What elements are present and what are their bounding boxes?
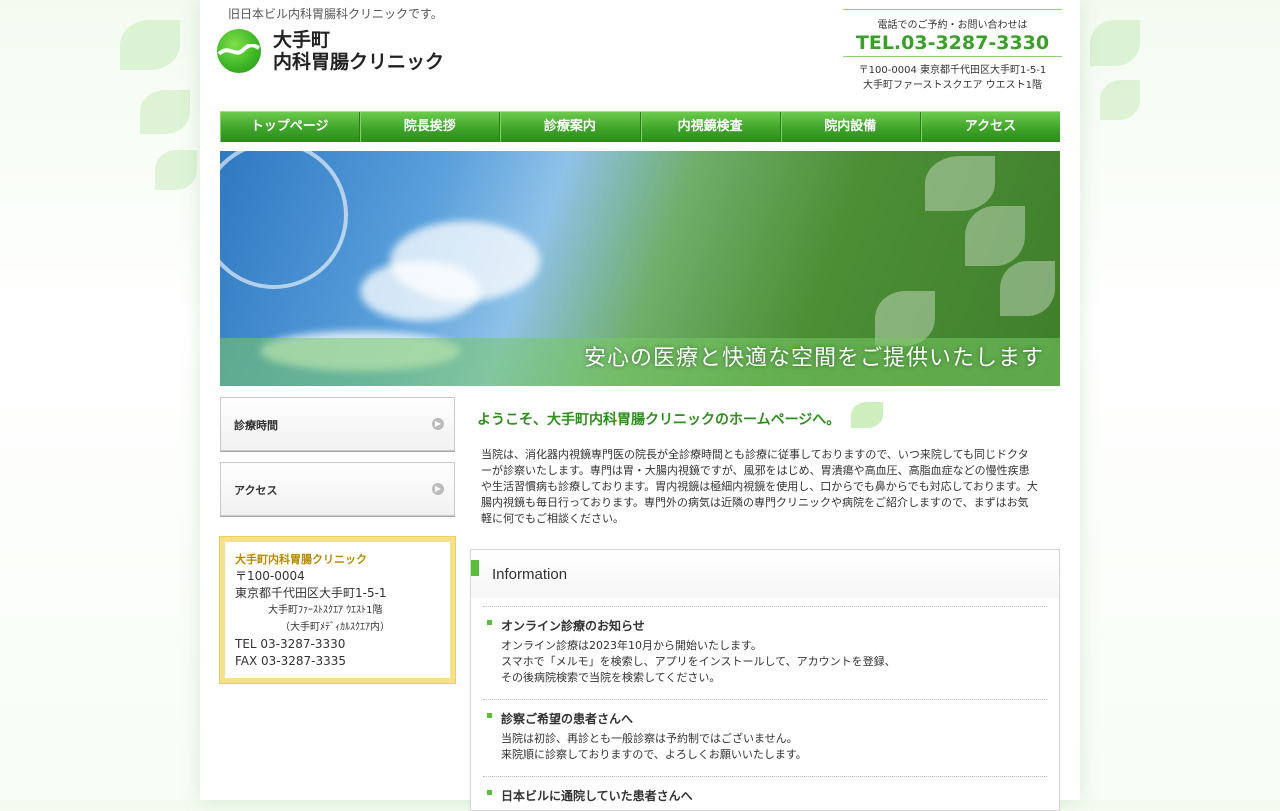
phone-number[interactable]: TEL.03-3287-3330 [843,32,1062,54]
contact-block: 電話でのご予約・お問い合わせは TEL.03-3287-3330 〒100-00… [843,9,1062,93]
news-title: オンライン診療のお知らせ [501,619,645,633]
news-line: スマホで「メルモ」を検索し、アプリをインストールして、アカウントを登録、 [501,655,896,668]
news-line: 当院は初診、再診とも一般診察は予約制ではございません。 [501,732,798,745]
news-line: オンライン診療は2023年10月から開始いたします。 [501,639,762,652]
divider [843,56,1062,57]
arrow-right-icon: ▶ [432,418,444,430]
nav-item-facilities[interactable]: 院内設備 [780,112,921,142]
sidebar-button-label: アクセス [234,484,278,497]
nav-item-guide[interactable]: 診療案内 [500,112,641,142]
information-panel: Information オンライン診療のお知らせ オンライン診療は2023年10… [470,549,1060,811]
clinic-tel: TEL 03-3287-3330 [235,637,346,651]
address-line-1: 〒100-0004 東京都千代田区大手町1-5-1 [858,65,1047,76]
background-leaf [120,20,180,70]
address: 〒100-0004 東京都千代田区大手町1-5-1 大手町ファーストスクエア ウ… [843,63,1062,93]
news-item: オンライン診療のお知らせ オンライン診療は2023年10月から開始いたします。 … [483,606,1047,686]
bullet-icon [487,790,492,795]
hero-banner: 安心の医療と快適な空間をご提供いたします [220,151,1060,386]
news-title: 日本ビルに通院していた患者さんへ [501,789,693,803]
intro-text: 当院は、消化器内視鏡専門医の院長が全診療時間とも診療に従事しておりますので、いつ… [481,447,1051,527]
logo-wave-icon [217,44,260,56]
hero-caption: 安心の医療と快適な空間をご提供いたします [583,346,1044,371]
information-title: Information [492,566,568,583]
nav-item-greeting[interactable]: 院長挨拶 [360,112,501,142]
clinic-note: （大手町ﾒﾃﾞｨｶﾙｽｸｴｱ内） [280,622,390,633]
news-title: 診察ご希望の患者さんへ [501,712,634,726]
news-line: その後病院検索で当院を検索してください。 [501,671,721,684]
intro-line: 軽に何でもご相談ください。 [481,512,624,525]
nav-item-access[interactable]: アクセス [920,112,1061,142]
sidebar-button-label: 診療時間 [234,419,278,432]
background-leaf [1100,80,1140,120]
contact-label: 電話でのご予約・お問い合わせは [877,20,1028,31]
clinic-address: 東京都千代田区大手町1-5-1 [235,586,387,600]
bullet-icon [487,620,492,625]
section-marker [471,560,479,576]
page-container: 旧日本ビル内科胃腸科クリニックです。 大手町 内科胃腸クリニック 電話でのご予約… [200,0,1080,811]
intro-line: 腸内視鏡も毎日行っております。専門外の病気は近隣の専門クリニックや病院をご紹介し… [481,496,1029,509]
cloud-image [360,261,480,321]
clinic-building: 大手町ﾌｧｰｽﾄｽｸｴｱ ｳｴｽﾄ1階 [268,605,383,616]
divider [843,9,1062,10]
background-leaf [140,90,190,134]
clinic-name: 大手町内科胃腸クリニック [235,553,367,566]
welcome-heading: ようこそ、大手町内科胃腸クリニックのホームページへ。 [477,412,841,428]
sidebar-button-hours[interactable]: 診療時間 ▶ [220,397,455,451]
logo-text: 大手町 内科胃腸クリニック [273,29,444,73]
intro-line: や生活習慣病も診療しております。胃内視鏡は極細内視鏡を使用し、口からでも鼻からで… [481,480,1038,493]
logo-line-1: 大手町 [273,29,331,51]
intro-line: 当院は、消化器内視鏡専門医の院長が全診療時間とも診療に従事しておりますので、いつ… [481,448,1029,461]
decorative-leaf [1000,261,1055,316]
clinic-fax: FAX 03-3287-3335 [235,654,347,668]
background-leaf [155,150,197,190]
clinic-info-box: 大手町内科胃腸クリニック 〒100-0004 東京都千代田区大手町1-5-1 大… [219,536,456,684]
site-tagline: 旧日本ビル内科胃腸科クリニックです。 [228,7,443,21]
intro-line: ーが診察いたします。専門は胃・大腸内視鏡ですが、風邪をはじめ、胃潰瘍や高血圧、高… [481,464,1030,477]
information-header: Information [471,550,1059,598]
main-nav: トップページ 院長挨拶 診療案内 内視鏡検査 院内設備 アクセス [220,111,1061,142]
nav-item-endoscopy[interactable]: 内視鏡検査 [640,112,781,142]
news-item: 診察ご希望の患者さんへ 当院は初診、再診とも一般診察は予約制ではございません。 … [483,699,1047,763]
news-line: 来院順に診察しておりますので、よろしくお願いいたします。 [501,748,807,761]
lens-flare-ring [220,151,348,289]
nav-item-top[interactable]: トップページ [220,112,361,142]
address-line-2: 大手町ファーストスクエア ウエスト1階 [862,80,1043,91]
decorative-leaf [925,156,995,211]
arrow-right-icon: ▶ [432,483,444,495]
leaf-icon [851,402,883,428]
background-leaf [1090,20,1140,66]
sidebar-button-access[interactable]: アクセス ▶ [220,462,455,516]
clinic-zip: 〒100-0004 [235,569,305,583]
decorative-leaf [965,206,1025,266]
bullet-icon [487,713,492,718]
logo-line-2: 内科胃腸クリニック [273,51,445,73]
